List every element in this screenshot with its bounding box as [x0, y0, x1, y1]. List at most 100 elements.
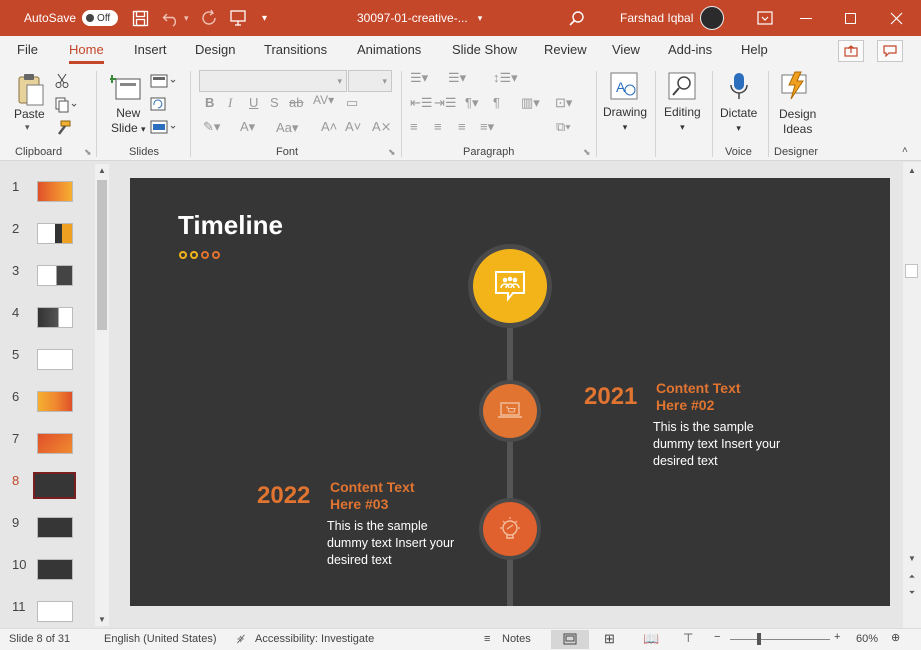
zoom-out-icon[interactable]: −	[714, 631, 720, 643]
slide-thumbnail-8[interactable]	[33, 472, 76, 499]
zoom-slider-handle[interactable]	[757, 633, 761, 645]
dialog-launcher-icon[interactable]: ⬊	[583, 147, 591, 158]
next-slide-icon[interactable]: ⏷	[905, 588, 919, 598]
tab-animations[interactable]: Animations	[357, 42, 421, 64]
content-title[interactable]: Content Text Here #03	[330, 479, 415, 513]
timeline-year[interactable]: 2021	[584, 383, 637, 411]
shadow-button[interactable]: S	[270, 95, 279, 110]
format-painter-icon[interactable]	[55, 120, 71, 139]
content-title[interactable]: Content Text Here #02	[656, 380, 741, 414]
collapse-ribbon-icon[interactable]: ˄	[902, 145, 908, 156]
slide-thumbnail-3[interactable]	[37, 265, 73, 286]
change-case-button[interactable]: ▭	[346, 95, 358, 111]
tab-help[interactable]: Help	[741, 42, 768, 64]
tab-insert[interactable]: Insert	[134, 42, 167, 64]
microphone-icon[interactable]	[729, 72, 749, 105]
tab-transitions[interactable]: Transitions	[264, 42, 327, 64]
section-icon[interactable]	[150, 120, 178, 137]
slide-thumbnail-9[interactable]	[37, 517, 73, 538]
chevron-down-icon[interactable]: ▾	[25, 122, 30, 133]
zoom-level[interactable]: 60%	[856, 633, 878, 645]
font-family-select[interactable]: ▾	[199, 70, 347, 92]
increase-indent-icon[interactable]: ⇥☰	[434, 95, 457, 111]
accessibility-icon[interactable]: ✧̸	[236, 633, 245, 646]
zoom-slider[interactable]	[730, 639, 830, 640]
tab-review[interactable]: Review	[544, 42, 587, 64]
dialog-launcher-icon[interactable]: ⬊	[84, 147, 92, 158]
thumbnail-scrollbar[interactable]: ▲ ▼	[95, 164, 109, 626]
content-body[interactable]: This is the sample dummy text Insert you…	[327, 518, 477, 569]
maximize-icon[interactable]	[845, 0, 856, 36]
reset-icon[interactable]	[150, 97, 166, 114]
slide-thumbnail-6[interactable]	[37, 391, 73, 412]
decrease-font-icon[interactable]: A˅	[345, 119, 361, 134]
columns-icon[interactable]: ▥▾	[521, 95, 540, 111]
notes-button[interactable]: Notes	[502, 633, 531, 645]
tab-design[interactable]: Design	[195, 42, 235, 64]
slide-thumbnail-11[interactable]	[37, 601, 73, 622]
bold-button[interactable]: B	[205, 95, 214, 110]
align-center-icon[interactable]: ≡	[434, 119, 442, 134]
language-indicator[interactable]: English (United States)	[104, 633, 217, 645]
design-ideas-button[interactable]: Design Ideas	[779, 107, 816, 137]
undo-icon[interactable]	[162, 0, 180, 36]
align-text-icon[interactable]: ⊡▾	[555, 95, 572, 111]
smartart-icon[interactable]: ⧉▾	[556, 119, 571, 135]
ribbon-display-options-icon[interactable]	[757, 0, 773, 36]
close-icon[interactable]	[890, 0, 903, 36]
filename[interactable]: 30097-01-creative-... ▾	[357, 0, 482, 36]
tab-add-ins[interactable]: Add-ins	[668, 42, 712, 64]
dialog-launcher-icon[interactable]: ⬊	[388, 147, 396, 158]
present-icon[interactable]	[229, 0, 247, 36]
highlight-color-icon[interactable]: ✎▾	[203, 119, 220, 135]
slide-canvas[interactable]: Timeline 2021 Content Text Here #02 This…	[130, 178, 890, 606]
tab-home[interactable]: Home	[69, 42, 104, 64]
search-icon[interactable]	[668, 72, 696, 103]
notes-icon[interactable]: ≡	[484, 633, 490, 645]
drawing-shapes-icon[interactable]: A	[610, 72, 638, 103]
strikethrough-button[interactable]: ab	[289, 95, 303, 110]
increase-font-icon[interactable]: A˄	[321, 119, 337, 134]
layout-icon[interactable]	[150, 74, 178, 91]
slide-show-icon[interactable]: ⊤	[683, 631, 693, 645]
slide-sorter-icon[interactable]: ⊞	[604, 631, 615, 647]
slide-thumbnail-1[interactable]	[37, 181, 73, 202]
user-name[interactable]: Farshad Iqbal	[620, 0, 693, 36]
minimize-icon[interactable]	[800, 0, 812, 36]
undo-dropdown-icon[interactable]: ▾	[184, 0, 189, 36]
autosave-toggle[interactable]: Off	[82, 10, 119, 26]
paste-button[interactable]	[17, 73, 45, 110]
align-right-icon[interactable]: ≡	[458, 119, 466, 134]
new-slide-button[interactable]	[108, 73, 142, 106]
redo-icon[interactable]	[200, 0, 218, 36]
scroll-down-icon[interactable]: ▼	[95, 615, 109, 624]
line-spacing-icon[interactable]: ↕☰▾	[493, 70, 518, 86]
slide-thumbnail-10[interactable]	[37, 559, 73, 580]
font-color-icon[interactable]: A▾	[240, 119, 255, 135]
scroll-up-icon[interactable]: ▲	[905, 166, 919, 175]
slide-scrollbar[interactable]: ▲ ▼ ⏶ ⏷	[903, 162, 921, 628]
search-icon[interactable]	[568, 0, 585, 36]
font-size-aa-button[interactable]: Aa▾	[276, 120, 298, 136]
avatar[interactable]	[700, 0, 724, 36]
underline-button[interactable]: U	[249, 95, 258, 110]
slide-thumbnail-7[interactable]	[37, 433, 73, 454]
scroll-up-icon[interactable]: ▲	[95, 166, 109, 175]
font-size-select[interactable]: ▾	[348, 70, 392, 92]
share-button[interactable]	[838, 40, 864, 62]
customize-quick-access-icon[interactable]: ▾	[262, 0, 267, 36]
character-spacing-button[interactable]: AV▾	[313, 93, 334, 107]
slide-thumbnail-2[interactable]	[37, 223, 73, 244]
save-icon[interactable]	[132, 0, 149, 36]
scrollbar-thumb[interactable]	[905, 264, 918, 278]
reading-view-icon[interactable]: 📖	[643, 631, 659, 647]
editing-button[interactable]: Editing ▾	[664, 105, 701, 135]
tab-file[interactable]: File	[17, 42, 38, 64]
align-left-icon[interactable]: ≡	[410, 119, 418, 134]
design-ideas-icon[interactable]	[781, 71, 811, 104]
comments-button[interactable]	[877, 40, 903, 62]
copy-icon[interactable]	[55, 97, 77, 116]
tab-slide-show[interactable]: Slide Show	[452, 42, 517, 64]
zoom-in-icon[interactable]: +	[834, 631, 840, 643]
previous-slide-icon[interactable]: ⏶	[905, 572, 919, 582]
